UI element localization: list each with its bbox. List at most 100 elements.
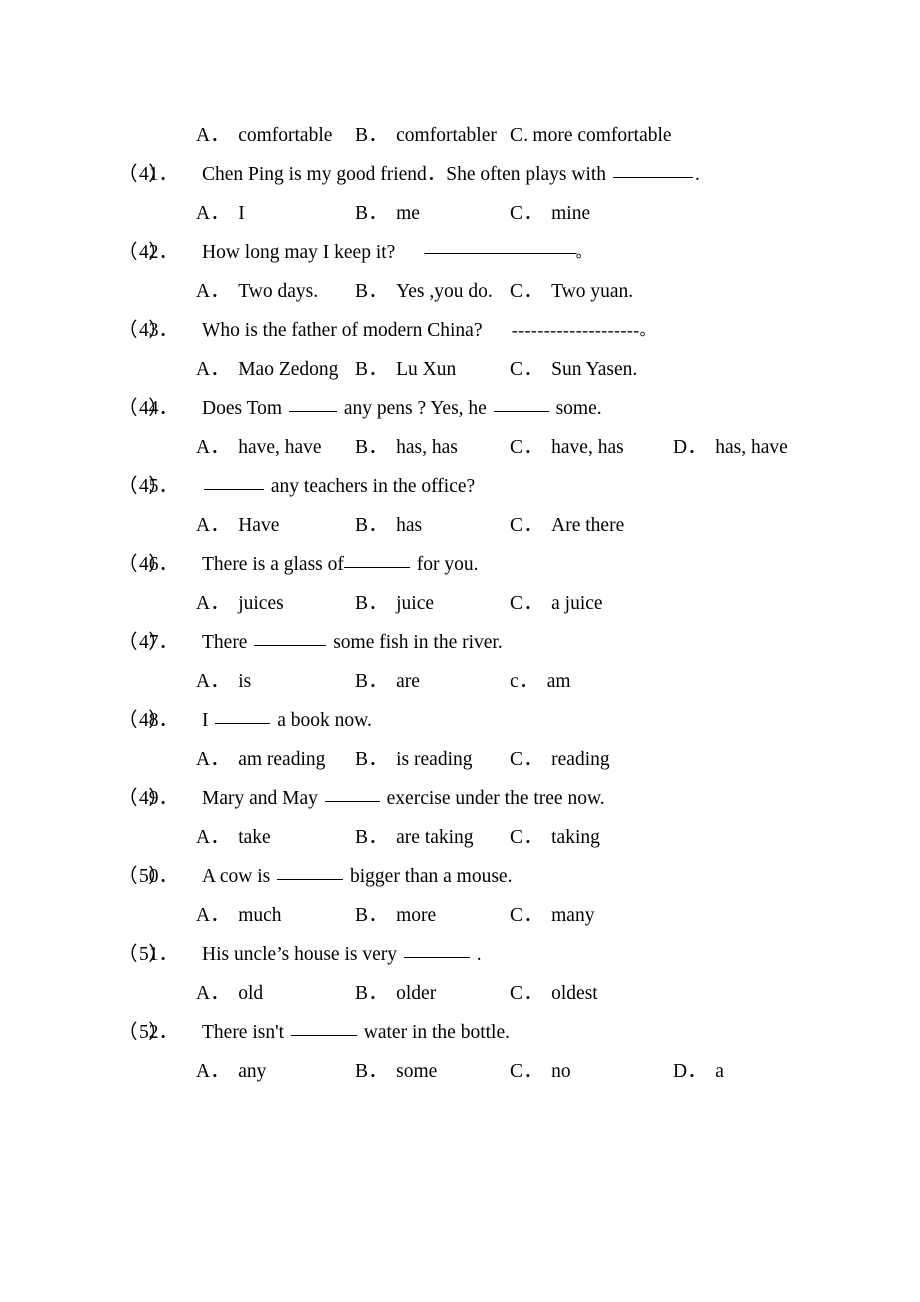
option-label: A． <box>196 749 230 770</box>
option-44-d[interactable]: D． has, have <box>673 428 788 467</box>
option-49-a[interactable]: A． take <box>196 818 271 857</box>
option-41-c[interactable]: C． mine <box>510 194 590 233</box>
option-label: B． <box>355 281 388 302</box>
option-label: B． <box>355 203 388 224</box>
option-text: Two yuan. <box>551 281 634 302</box>
option-row-47: A． is B． are c． am <box>0 662 920 701</box>
question-row-47: （ ） 47． There some fish in the river. <box>0 623 920 662</box>
option-label: B． <box>355 515 388 536</box>
option-label: D． <box>673 437 707 458</box>
option-label: C． <box>510 1061 543 1082</box>
option-label: B． <box>355 593 388 614</box>
question-row-45: （ ） 45． any teachers in the office? <box>0 467 920 506</box>
option-43-a[interactable]: A． Mao Zedong <box>196 350 338 389</box>
option-text: take <box>238 827 271 848</box>
option-43-c[interactable]: C． Sun Yasen. <box>510 350 637 389</box>
option-47-b[interactable]: B． are <box>355 662 420 701</box>
answer-blank <box>288 398 337 412</box>
answer-blank <box>612 164 693 178</box>
answer-dash-rule: ———————— <box>424 242 577 263</box>
option-44-a[interactable]: A． have, have <box>196 428 322 467</box>
option-41-a[interactable]: A． I <box>196 194 245 233</box>
option-42-a[interactable]: A． Two days. <box>196 272 318 311</box>
option-text: are <box>396 671 420 692</box>
option-46-b[interactable]: B． juice <box>355 584 434 623</box>
option-45-c[interactable]: C． Are there <box>510 506 624 545</box>
option-label: B． <box>355 437 388 458</box>
option-label: B． <box>355 905 388 926</box>
option-text: is reading <box>396 749 473 770</box>
option-text: am reading <box>238 749 326 770</box>
option-52-a[interactable]: A． any <box>196 1052 266 1091</box>
option-48-a[interactable]: A． am reading <box>196 740 325 779</box>
option-46-a[interactable]: A． juices <box>196 584 284 623</box>
option-label: B． <box>355 125 388 146</box>
option-row-42: A． Two days. B． Yes ,you do. C． Two yuan. <box>0 272 920 311</box>
option-text: have, has <box>551 437 624 458</box>
option-52-c[interactable]: C． no <box>510 1052 571 1091</box>
question-stem: There some fish in the river. <box>202 632 503 653</box>
option-47-a[interactable]: A． is <box>196 662 251 701</box>
option-43-b[interactable]: B． Lu Xun <box>355 350 456 389</box>
option-label: A． <box>196 1061 230 1082</box>
question-stem: I a book now. <box>202 710 372 731</box>
option-label: B． <box>355 827 388 848</box>
option-40-c[interactable]: C. more comfortable <box>510 116 672 155</box>
option-40-b[interactable]: B． comfortabler <box>355 116 497 155</box>
option-text: no <box>551 1061 571 1082</box>
question-number: 41． <box>139 164 179 185</box>
option-49-b[interactable]: B． are taking <box>355 818 474 857</box>
option-text: any <box>238 1061 267 1082</box>
option-50-a[interactable]: A． much <box>196 896 282 935</box>
option-label: C． <box>510 437 543 458</box>
option-label: C． <box>510 203 543 224</box>
question-stem: Does Tom any pens ? Yes, he some. <box>202 398 602 419</box>
option-label: A． <box>196 983 230 1004</box>
option-42-b[interactable]: B． Yes ,you do. <box>355 272 493 311</box>
option-40-a[interactable]: A． comfortable <box>196 116 332 155</box>
option-text: am <box>546 671 571 692</box>
option-row-41: A． I B． me C． mine <box>0 194 920 233</box>
question-row-52: （ ） 52． There isn't water in the bottle. <box>0 1013 920 1052</box>
option-text: comfortabler <box>396 125 497 146</box>
option-label: A． <box>196 281 230 302</box>
option-51-c[interactable]: C． oldest <box>510 974 598 1013</box>
option-label: D． <box>673 1061 707 1082</box>
option-42-c[interactable]: C． Two yuan. <box>510 272 633 311</box>
option-52-d[interactable]: D． a <box>673 1052 724 1091</box>
option-48-b[interactable]: B． is reading <box>355 740 473 779</box>
question-row-51: （ ） 51． His uncle’s house is very . <box>0 935 920 974</box>
option-row-43: A． Mao Zedong B． Lu Xun C． Sun Yasen. <box>0 350 920 389</box>
option-50-b[interactable]: B． more <box>355 896 436 935</box>
option-47-c[interactable]: c． am <box>510 662 571 701</box>
option-44-c[interactable]: C． have, has <box>510 428 624 467</box>
option-46-c[interactable]: C． a juice <box>510 584 603 623</box>
option-text: are taking <box>396 827 474 848</box>
option-51-a[interactable]: A． old <box>196 974 263 1013</box>
option-50-c[interactable]: C． many <box>510 896 594 935</box>
option-48-c[interactable]: C． reading <box>510 740 610 779</box>
option-52-b[interactable]: B． some <box>355 1052 437 1091</box>
answer-blank <box>277 866 344 880</box>
option-text: Yes ,you do. <box>396 281 493 302</box>
question-row-43: （ ） 43． Who is the father of modern China?… <box>0 311 920 350</box>
option-text: Are there <box>551 515 625 536</box>
option-label: C． <box>510 749 543 770</box>
option-49-c[interactable]: C． taking <box>510 818 600 857</box>
question-number: 47． <box>139 632 179 653</box>
answer-blank <box>254 632 327 646</box>
answer-blank <box>403 944 470 958</box>
option-45-a[interactable]: A． Have <box>196 506 279 545</box>
option-51-b[interactable]: B． older <box>355 974 436 1013</box>
option-45-b[interactable]: B． has <box>355 506 422 545</box>
option-text: comfortable <box>238 125 333 146</box>
option-label: A． <box>196 593 230 614</box>
option-44-b[interactable]: B． has, has <box>355 428 458 467</box>
option-label: C． <box>510 905 543 926</box>
option-41-b[interactable]: B． me <box>355 194 420 233</box>
option-text: is <box>238 671 252 692</box>
option-text: Lu Xun <box>396 359 457 380</box>
question-row-46: （ ） 46． There is a glass of for you. <box>0 545 920 584</box>
answer-blank <box>343 554 410 568</box>
option-text: juices <box>238 593 284 614</box>
